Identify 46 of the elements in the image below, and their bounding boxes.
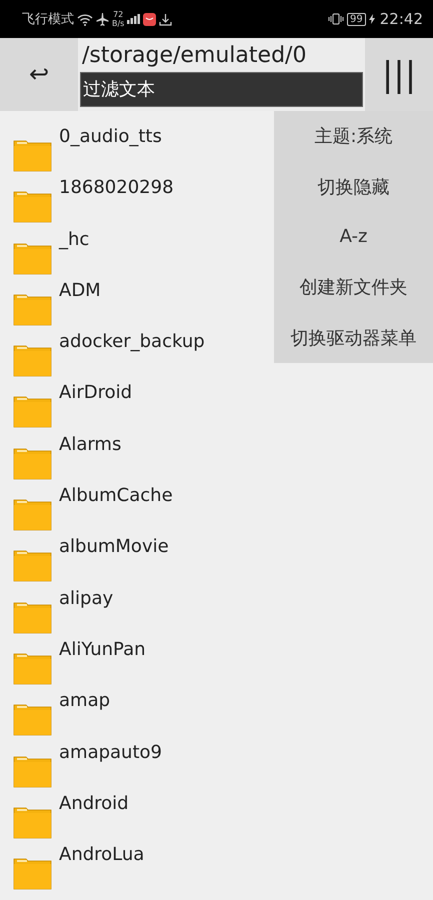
battery-indicator: 99 bbox=[347, 12, 366, 26]
vibrate-icon bbox=[328, 13, 344, 25]
folder-icon bbox=[13, 292, 52, 326]
folder-item[interactable]: AlbumCache bbox=[0, 485, 433, 536]
download-icon bbox=[159, 12, 172, 26]
folder-icon bbox=[13, 446, 52, 480]
filter-field[interactable]: 过滤文本 bbox=[80, 72, 363, 107]
wifi-icon bbox=[77, 12, 93, 26]
signal-icon bbox=[127, 14, 140, 24]
airplane-icon bbox=[96, 12, 109, 26]
menu-item[interactable]: 切换隐藏 bbox=[274, 161, 433, 212]
back-button[interactable]: ↩ bbox=[0, 38, 78, 111]
folder-item[interactable]: amapauto9 bbox=[0, 742, 433, 793]
folder-icon bbox=[13, 343, 52, 378]
folder-icon bbox=[13, 754, 52, 788]
folder-icon bbox=[13, 650, 52, 685]
folder-icon bbox=[13, 856, 52, 890]
folder-item[interactable]: alipay bbox=[0, 588, 433, 639]
folder-item[interactable]: AliYunPan bbox=[0, 638, 433, 690]
folder-icon bbox=[13, 497, 52, 532]
charging-icon bbox=[368, 14, 375, 24]
folder-icon bbox=[13, 548, 52, 582]
folder-item[interactable]: AirDroid bbox=[0, 382, 433, 434]
status-text: 飞行模式 bbox=[22, 11, 74, 28]
folder-item[interactable]: amap bbox=[0, 690, 433, 742]
speed-value: 72 bbox=[113, 10, 124, 19]
path-text: /storage/emulated/0 bbox=[81, 42, 308, 70]
folder-icon bbox=[13, 702, 52, 736]
folder-item[interactable]: AndroLua bbox=[0, 844, 433, 896]
folder-icon bbox=[13, 138, 52, 172]
speed-unit: B/s bbox=[112, 19, 124, 28]
menu-button[interactable]: ||| bbox=[365, 38, 433, 111]
folder-icon bbox=[13, 394, 52, 428]
folder-item[interactable]: Alarms bbox=[0, 434, 433, 486]
menu-item[interactable]: 创建新文件夹 bbox=[274, 262, 433, 313]
folder-icon bbox=[13, 600, 52, 634]
folder-item[interactable]: albumMovie bbox=[0, 536, 433, 588]
menu-item[interactable]: 切换驱动器菜单 bbox=[274, 312, 433, 363]
menu-item[interactable]: A-z bbox=[274, 212, 433, 262]
folder-icon bbox=[13, 240, 52, 275]
folder-icon bbox=[13, 189, 52, 224]
menu-item[interactable]: 主题:系统 bbox=[274, 111, 433, 162]
folder-icon bbox=[13, 804, 52, 839]
app-icon bbox=[143, 12, 156, 26]
folder-item[interactable]: Android bbox=[0, 792, 433, 844]
clock: 22:42 bbox=[380, 10, 423, 28]
